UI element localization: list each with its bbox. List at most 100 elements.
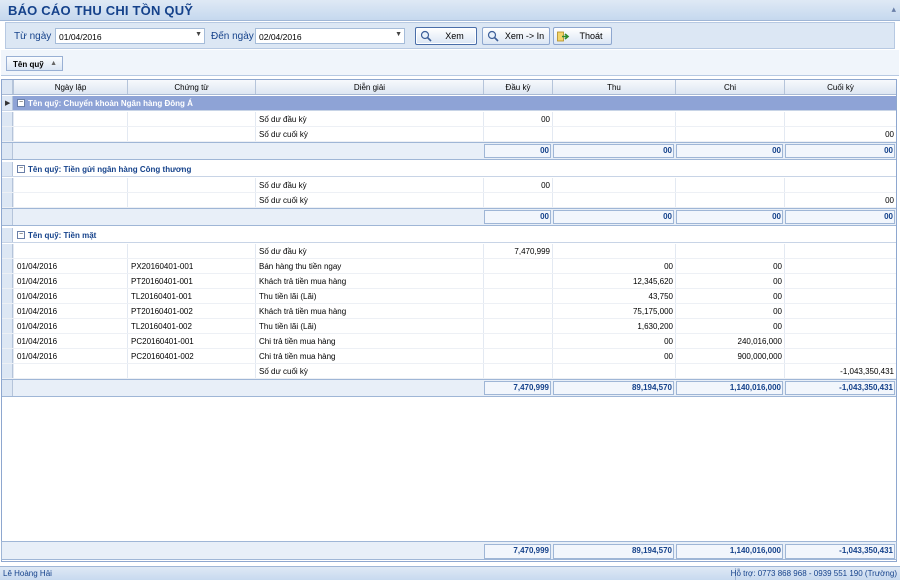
table-row[interactable]: 01/04/2016 PX20160401-001 Bán hàng thu tiề… [2, 259, 896, 274]
table-row[interactable]: 01/04/2016 TL20160401-002 Thu tiền lãi (Lã… [2, 319, 896, 334]
cell-close [785, 289, 896, 303]
status-bar: Lê Hoàng Hải Hỗ trợ: 0773 868 968 - 0939… [0, 566, 900, 580]
column-header[interactable]: Diễn giải [256, 80, 483, 94]
cell-close [785, 304, 896, 318]
column-header[interactable]: Chi [676, 80, 784, 94]
title-bar: BÁO CÁO THU CHI TỒN QUỸ ▴ [0, 0, 900, 21]
group-title: Tên quỹ: Chuyển khoản Ngân hàng Đông Á [28, 99, 193, 108]
cell-close [785, 274, 896, 288]
column-divider [552, 80, 553, 94]
row-indicator[interactable] [2, 228, 13, 242]
magnifier-print-icon [486, 30, 499, 42]
view-button-label: Xem [445, 31, 464, 41]
magnifier-icon [419, 30, 432, 42]
group-title: Tên quỹ: Tiền gửi ngân hàng Công thương [28, 165, 192, 174]
cell-close: -1,043,350,431 [840, 367, 894, 376]
column-divider [13, 80, 14, 94]
group-row[interactable]: − Tên quỹ: Tiền mặt [2, 228, 896, 243]
column-header[interactable]: Thu [553, 80, 675, 94]
row-indicator[interactable] [2, 304, 13, 318]
row-indicator[interactable] [2, 112, 13, 126]
cell-desc: Thu tiền lãi (Lãi) [259, 322, 317, 331]
from-date-input[interactable]: 01/04/2016 ▼ [55, 28, 205, 44]
cell-doc [128, 178, 255, 192]
row-indicator[interactable] [2, 364, 13, 378]
row-indicator[interactable] [2, 244, 13, 258]
cell-open [484, 334, 552, 348]
collapse-icon[interactable]: − [17, 231, 25, 239]
collapse-icon[interactable]: − [17, 99, 25, 107]
row-indicator[interactable] [2, 193, 13, 207]
column-divider [675, 80, 676, 94]
cell-in: 00 [664, 352, 673, 361]
cell-date: 01/04/2016 [17, 322, 58, 331]
column-header[interactable]: Cuối kỳ [785, 80, 896, 94]
summary-in: 00 [663, 212, 672, 221]
collapse-icon[interactable]: − [17, 165, 25, 173]
group-chip-fund[interactable]: Tên quỹ ▲ [6, 56, 63, 71]
cell-in [553, 193, 675, 207]
table-row[interactable]: Số dư đầu kỳ 00 [2, 178, 896, 193]
to-date-input[interactable]: 02/04/2016 ▼ [255, 28, 405, 44]
summary-in: 89,194,570 [631, 383, 672, 392]
view-button[interactable]: Xem [415, 27, 477, 45]
grand-total-in: 89,194,570 [631, 546, 672, 555]
cell-desc: Số dư cuối kỳ [259, 196, 308, 205]
row-indicator[interactable] [2, 162, 13, 176]
filter-panel: Từ ngày 01/04/2016 ▼ Đến ngày 02/04/2016… [5, 22, 895, 49]
table-row[interactable]: Số dư cuối kỳ 00 [2, 127, 896, 142]
row-indicator[interactable] [2, 334, 13, 348]
cell-close [785, 334, 896, 348]
cell-out: 240,016,000 [737, 337, 783, 346]
title-scroll-indicator: ▴ [891, 4, 896, 14]
column-header[interactable]: Đầu kỳ [484, 80, 552, 94]
chevron-down-icon[interactable]: ▼ [195, 31, 202, 38]
table-row[interactable]: Số dư đầu kỳ 00 [2, 112, 896, 127]
cell-date: 01/04/2016 [17, 307, 58, 316]
row-indicator[interactable] [2, 274, 13, 288]
column-header[interactable]: Ngày lập [14, 80, 127, 94]
summary-out: 1,140,016,000 [729, 383, 781, 392]
row-indicator[interactable] [2, 319, 13, 333]
table-row[interactable]: Số dư cuối kỳ -1,043,350,431 [2, 364, 896, 379]
cell-desc: Khách trả tiền mua hàng [259, 307, 347, 316]
grand-total-close: -1,043,350,431 [839, 546, 893, 555]
table-row[interactable]: Số dư đầu kỳ 7,470,999 [2, 244, 896, 259]
row-indicator[interactable] [2, 127, 13, 141]
table-row[interactable]: 01/04/2016 PT20160401-002 Khách trả tiền m… [2, 304, 896, 319]
table-row[interactable]: Số dư cuối kỳ 00 [2, 193, 896, 208]
cell-desc: Số dư cuối kỳ [259, 130, 308, 139]
cell-in [553, 112, 675, 126]
cell-desc: Số dư cuối kỳ [259, 367, 308, 376]
cell-date [14, 244, 127, 258]
view-print-button[interactable]: Xem -> In [482, 27, 550, 45]
table-row[interactable]: 01/04/2016 PC20160401-002 Chi trả tiền mua… [2, 349, 896, 364]
cell-close: 00 [885, 196, 894, 205]
from-date-value: 01/04/2016 [59, 32, 102, 42]
table-row[interactable]: 01/04/2016 PT20160401-001 Khách trả tiền m… [2, 274, 896, 289]
column-header[interactable]: Chứng từ [128, 80, 255, 94]
group-row[interactable]: ▶ − Tên quỹ: Chuyển khoản Ngân hàng Đông Á [2, 96, 896, 111]
cell-out: 900,000,000 [737, 352, 783, 361]
group-row[interactable]: − Tên quỹ: Tiền gửi ngân hàng Công thương [2, 162, 896, 177]
table-row[interactable]: 01/04/2016 PC20160401-001 Chi trả tiền mua… [2, 334, 896, 349]
row-indicator[interactable] [2, 259, 13, 273]
row-indicator[interactable] [2, 289, 13, 303]
cell-desc: Khách trả tiền mua hàng [259, 277, 347, 286]
exit-button[interactable]: Thoát [553, 27, 612, 45]
table-row[interactable]: 01/04/2016 TL20160401-001 Thu tiền lãi (Lã… [2, 289, 896, 304]
chevron-down-icon[interactable]: ▼ [395, 31, 402, 38]
row-pointer-icon: ▶ [5, 100, 11, 107]
cell-doc: PT20160401-002 [131, 307, 193, 316]
column-divider [483, 80, 484, 94]
summary-open: 00 [540, 146, 549, 155]
cell-doc [128, 244, 255, 258]
row-indicator[interactable] [2, 178, 13, 192]
cell-doc: PC20160401-002 [131, 352, 194, 361]
cell-date [14, 112, 127, 126]
column-divider [127, 80, 128, 94]
cell-open: 00 [541, 181, 550, 190]
cell-doc: TL20160401-001 [131, 292, 192, 301]
cell-desc: Thu tiền lãi (Lãi) [259, 292, 317, 301]
row-indicator[interactable] [2, 349, 13, 363]
